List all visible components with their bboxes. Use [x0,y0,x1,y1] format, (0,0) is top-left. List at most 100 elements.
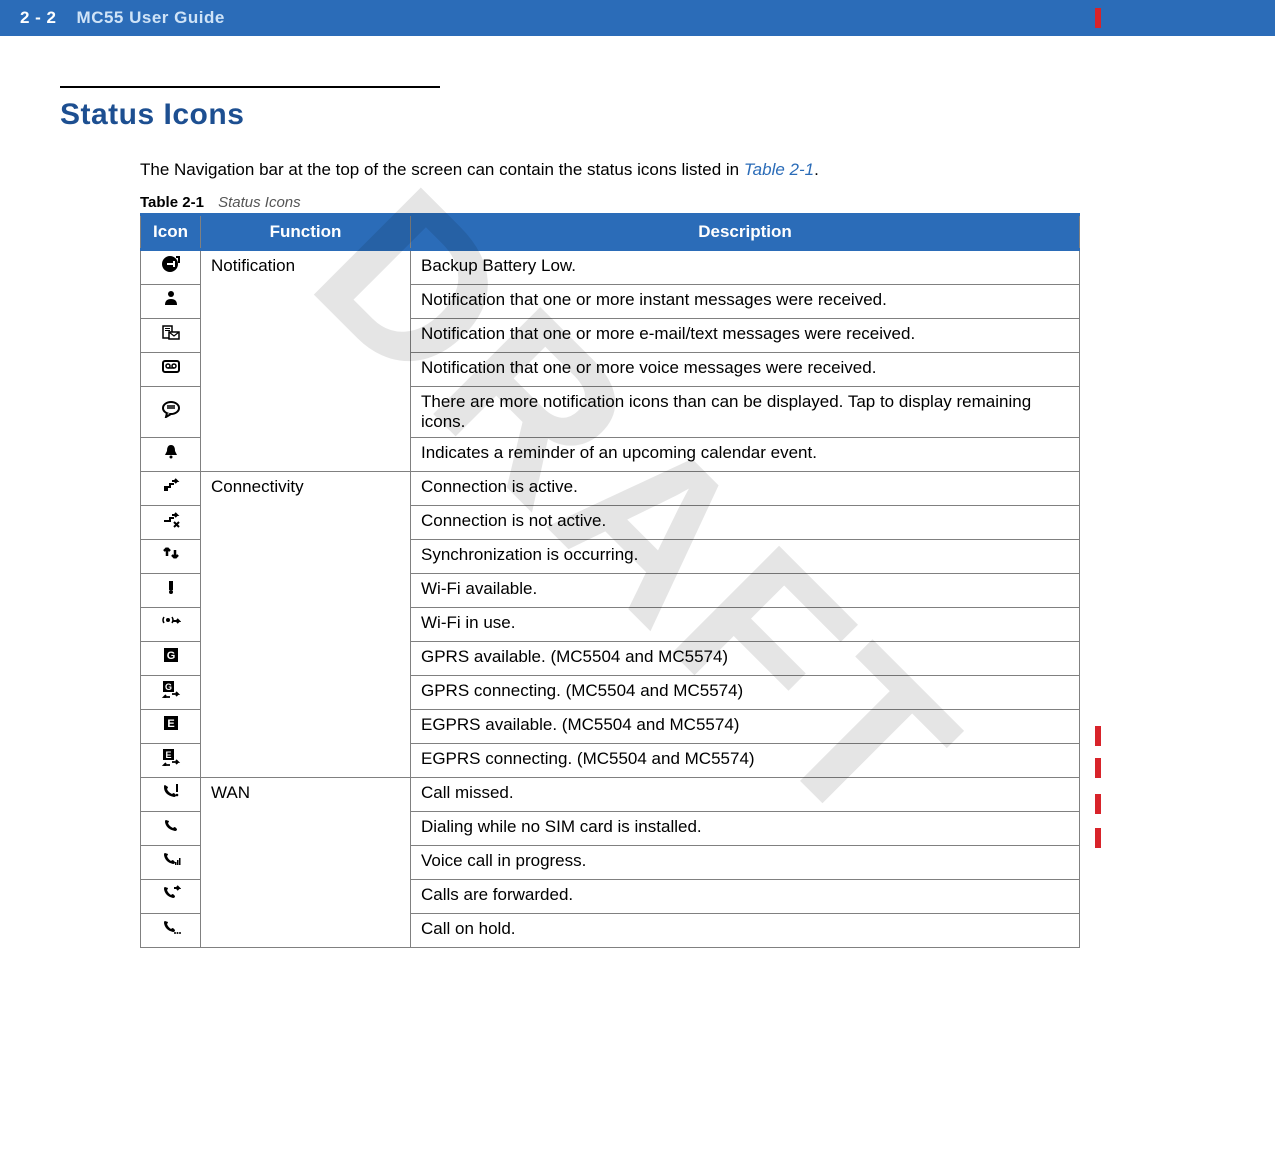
function-cell: Connectivity [201,472,411,778]
description-text: Dialing while no SIM card is installed. [421,817,702,836]
icon-cell [141,914,201,948]
page-content: DRAFT Status Icons The Navigation bar at… [0,36,1275,988]
change-bar-icon [1095,8,1101,28]
description-cell: Wi-Fi in use. [411,608,1080,642]
description-text: GPRS connecting. (MC5504 and MC5574) [421,681,743,700]
table-caption: Table 2-1 Status Icons [140,194,1085,211]
description-cell: There are more notification icons than c… [411,387,1080,438]
description-text: Voice call in progress. [421,851,586,870]
wifi-inuse-icon [160,612,182,632]
no-sim-dial-icon [160,816,182,836]
icon-cell [141,574,201,608]
description-cell: Dialing while no SIM card is installed. [411,812,1080,846]
description-cell: EGPRS available. (MC5504 and MC5574) [411,710,1080,744]
doc-title: MC55 User Guide [77,8,225,28]
description-text: GPRS available. (MC5504 and MC5574) [421,647,728,666]
description-text: Notification that one or more instant me… [421,290,887,309]
description-cell: Call on hold. [411,914,1080,948]
call-forward-icon [160,884,182,904]
intro-suffix: . [814,160,819,179]
description-cell: Backup Battery Low. [411,250,1080,285]
function-label: Notification [211,256,295,275]
gprs-available-icon: G [160,646,182,666]
table-row: ConnectivityConnection is active. [141,472,1080,506]
description-text: Backup Battery Low. [421,256,576,275]
more-notifications-icon [160,400,182,420]
description-cell: Connection is not active. [411,506,1080,540]
change-bar-icon [1095,794,1101,814]
svg-text:G: G [164,682,171,692]
call-hold-icon [160,918,182,938]
mail-text-icon [160,323,182,343]
table-ref-link[interactable]: Table 2-1 [744,160,814,179]
description-cell: GPRS connecting. (MC5504 and MC5574) [411,676,1080,710]
th-icon: Icon [141,215,201,250]
description-cell: Synchronization is occurring. [411,540,1080,574]
gprs-connecting-icon: G [160,680,182,700]
status-icons-table: Icon Function Description Notification Ba… [140,213,1080,948]
icon-cell [141,319,201,353]
egprs-available-icon: E [160,714,182,734]
connection-active-icon [160,476,182,496]
icon-cell [141,387,201,438]
description-cell: Notification that one or more voice mess… [411,353,1080,387]
svg-text:E: E [167,718,174,730]
change-bar-icon [1095,828,1101,848]
connection-inactive-icon [160,510,182,530]
egprs-connecting-icon: E [160,748,182,768]
voicemail-icon [160,357,182,377]
description-cell: EGPRS connecting. (MC5504 and MC5574) [411,744,1080,778]
section-title: Status Icons [60,98,1085,132]
description-cell: Call missed. [411,778,1080,812]
description-text: Calls are forwarded. [421,885,573,904]
description-cell: Voice call in progress. [411,846,1080,880]
im-icon [160,289,182,309]
description-text: Notification that one or more e-mail/tex… [421,324,915,343]
description-cell: Wi-Fi available. [411,574,1080,608]
th-description: Description [411,215,1080,250]
description-text: Indicates a reminder of an upcoming cale… [421,443,817,462]
icon-cell [141,880,201,914]
description-cell: Indicates a reminder of an upcoming cale… [411,438,1080,472]
icon-cell [141,846,201,880]
description-cell: Connection is active. [411,472,1080,506]
th-function: Function [201,215,411,250]
icon-cell [141,353,201,387]
description-cell: GPRS available. (MC5504 and MC5574) [411,642,1080,676]
icon-cell [141,250,201,285]
description-text: EGPRS connecting. (MC5504 and MC5574) [421,749,755,768]
description-cell: Calls are forwarded. [411,880,1080,914]
icon-cell: E [141,744,201,778]
wifi-available-icon [160,578,182,598]
description-cell: Notification that one or more instant me… [411,285,1080,319]
table-row: Notification Backup Battery Low. [141,250,1080,285]
icon-cell [141,540,201,574]
function-label: WAN [211,783,250,802]
description-text: Notification that one or more voice mess… [421,358,876,377]
function-cell: Notification [201,250,411,472]
section-rule [60,86,440,88]
battery-low-icon [160,255,182,275]
icon-cell [141,438,201,472]
description-text: Synchronization is occurring. [421,545,638,564]
table-header-row: Icon Function Description [141,215,1080,250]
reminder-bell-icon [160,442,182,462]
description-text: Call on hold. [421,919,516,938]
description-text: Call missed. [421,783,514,802]
icon-cell: E [141,710,201,744]
table-number: Table 2-1 [140,194,204,211]
page-number: 2 - 2 [20,8,57,28]
icon-cell [141,778,201,812]
icon-cell [141,506,201,540]
intro-text: The Navigation bar at the top of the scr… [140,160,744,179]
svg-text:E: E [165,750,171,760]
description-text: Connection is not active. [421,511,606,530]
intro-paragraph: The Navigation bar at the top of the scr… [140,160,1085,180]
page-header: 2 - 2 MC55 User Guide [0,0,1275,36]
svg-text:G: G [166,650,175,662]
icon-cell [141,472,201,506]
change-bar-icon [1095,758,1101,778]
description-text: There are more notification icons than c… [421,392,1031,431]
icon-cell: G [141,676,201,710]
table-row: WAN Call missed. [141,778,1080,812]
